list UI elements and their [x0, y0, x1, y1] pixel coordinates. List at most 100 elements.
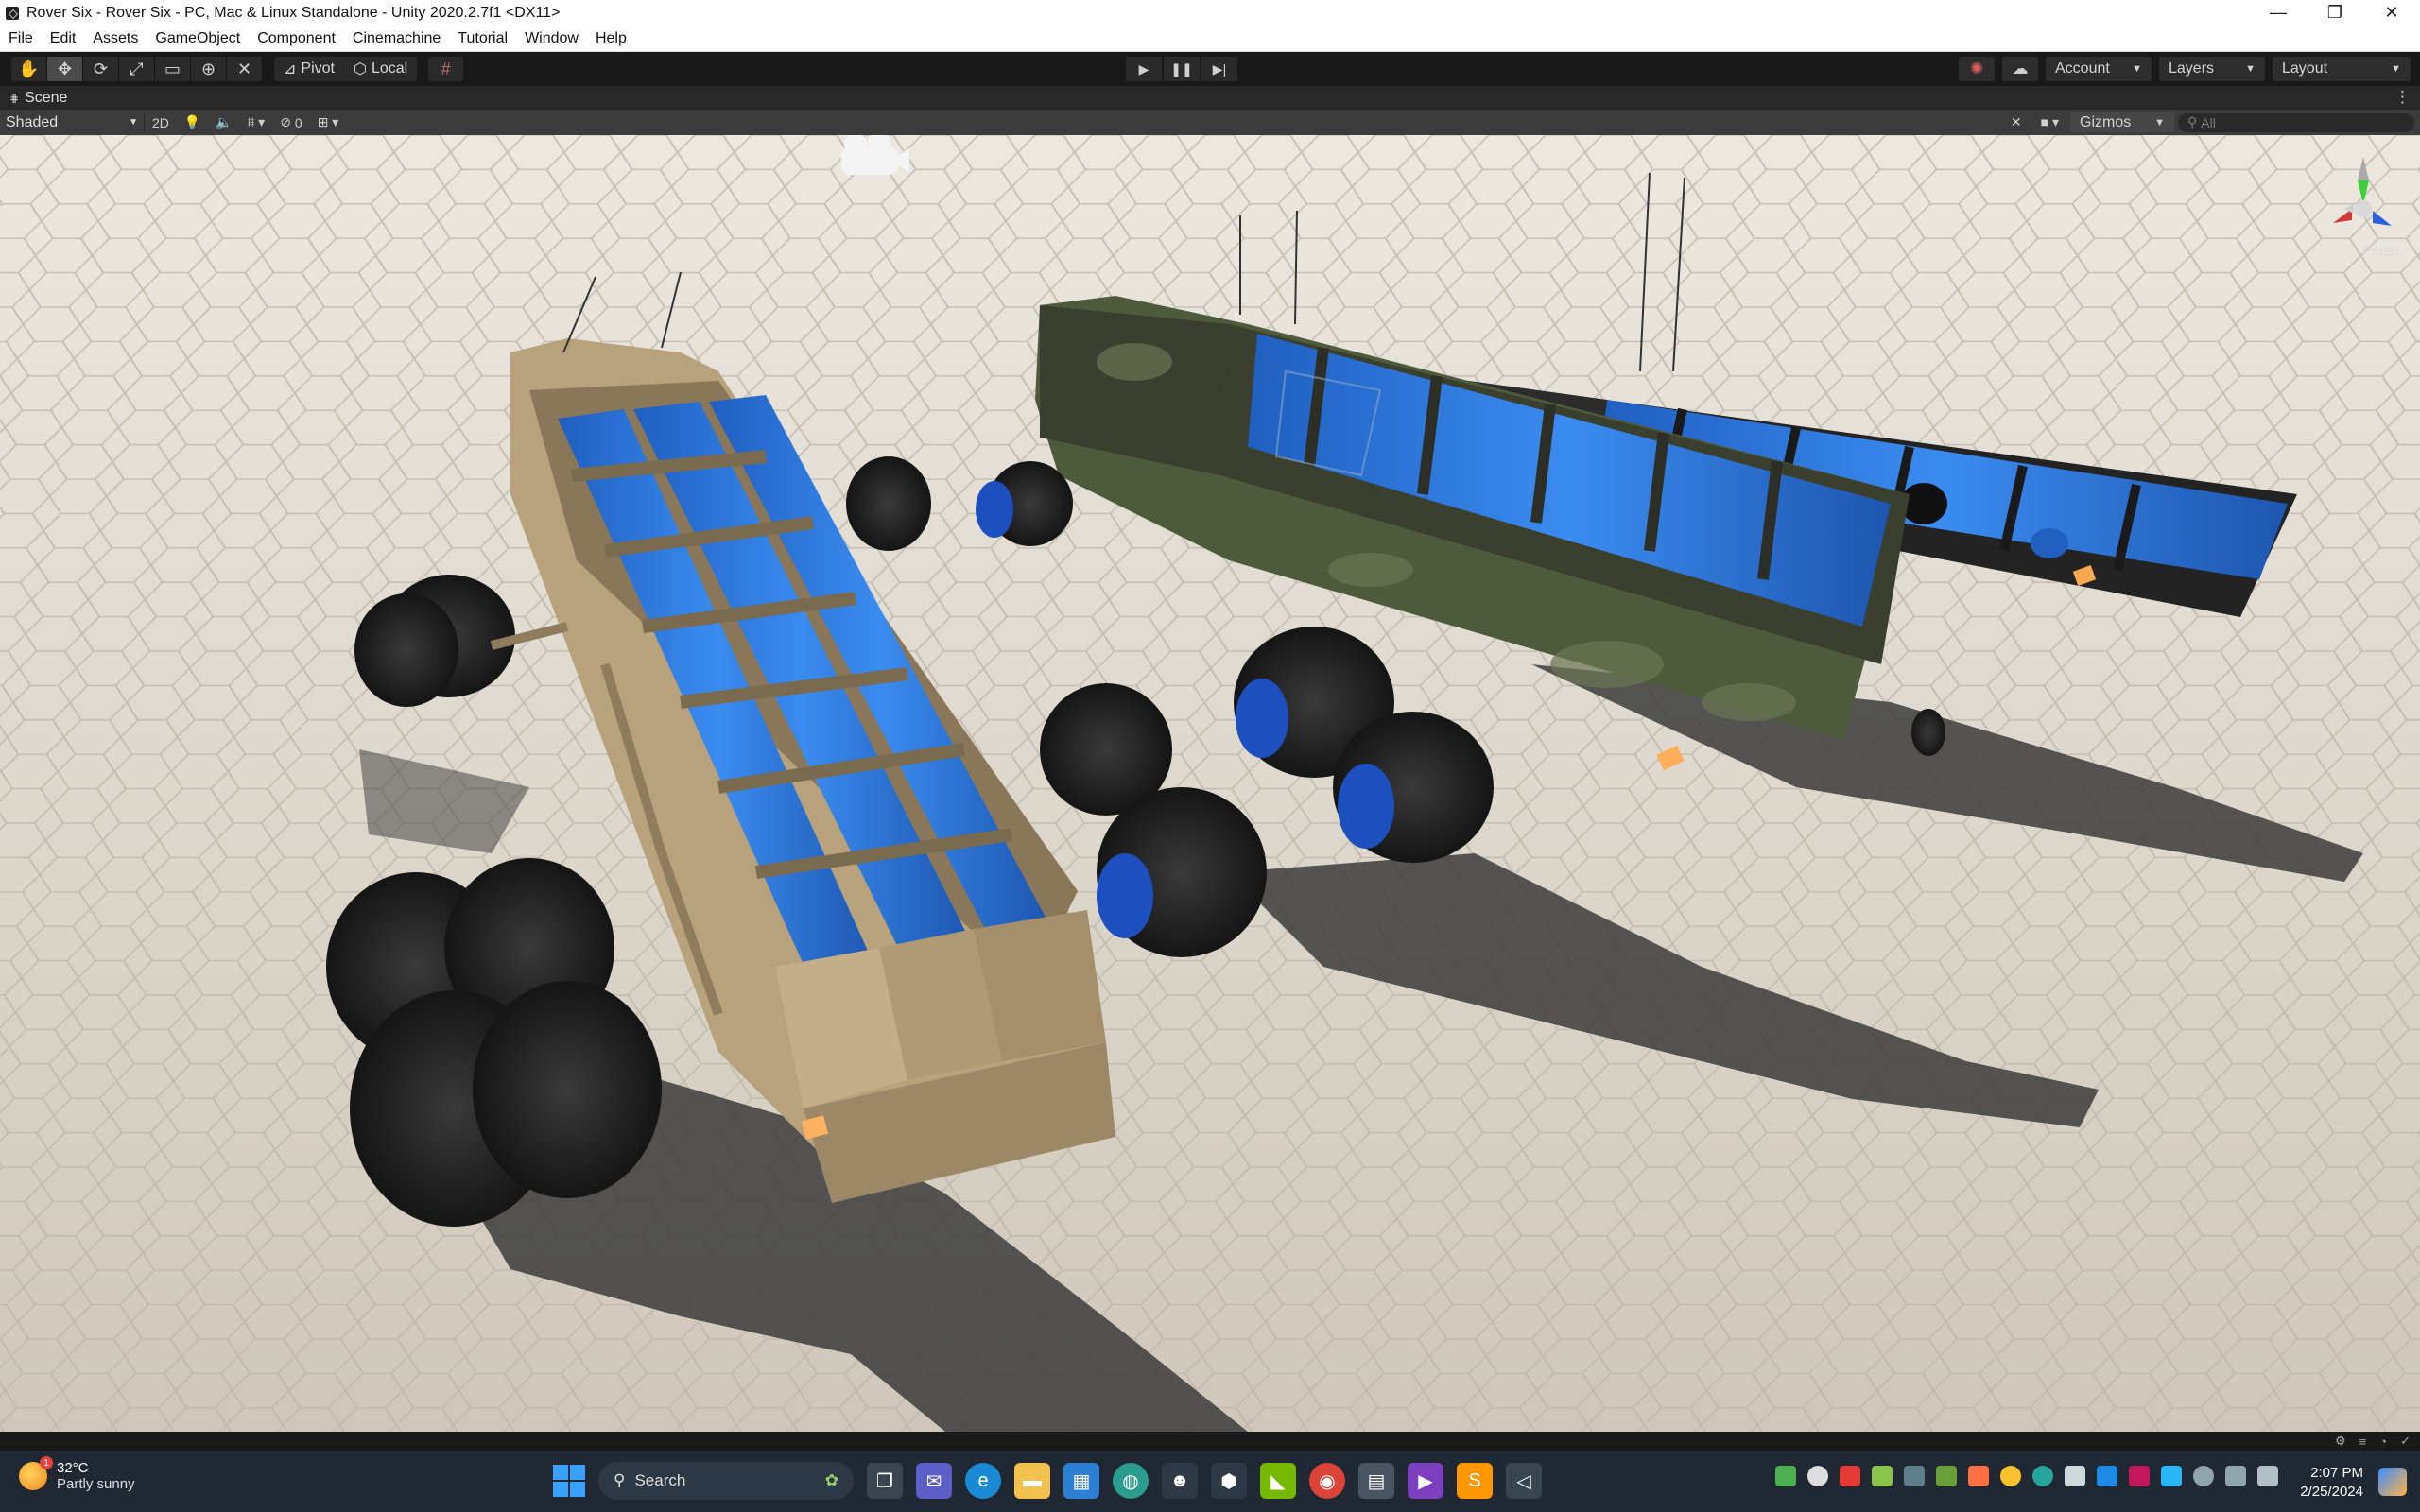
grid-snap-icon[interactable]: #	[428, 57, 465, 81]
draw-mode-dropdown[interactable]: Shaded ▼	[0, 112, 145, 132]
onedrive-icon[interactable]	[2065, 1466, 2085, 1486]
tools-icon[interactable]: ✕	[2003, 112, 2030, 132]
move-tool-icon[interactable]: ✥	[47, 57, 83, 81]
menu-help[interactable]: Help	[587, 30, 635, 47]
tray-app-icon[interactable]	[1775, 1466, 1796, 1486]
task-view-icon[interactable]: ❐	[867, 1463, 903, 1499]
tray-orange-icon[interactable]	[1968, 1466, 1989, 1486]
rotate-tool-icon[interactable]: ⟳	[83, 57, 119, 81]
hierarchy-search-input[interactable]: ⚲ All	[2178, 112, 2414, 132]
unity-logo-icon	[6, 6, 19, 20]
store-icon[interactable]: ▦	[1063, 1463, 1099, 1499]
effects-toggle-icon[interactable]: ⩩ ▾	[240, 112, 272, 132]
pivot-label: Pivot	[301, 60, 335, 77]
clock[interactable]: 2:07 PM 2/25/2024	[2300, 1464, 2363, 1502]
pause-button[interactable]: ❚❚	[1164, 57, 1200, 81]
rect-tool-icon[interactable]: ▭	[155, 57, 191, 81]
menu-component[interactable]: Component	[249, 30, 344, 47]
local-toggle[interactable]: ⬡ Local	[344, 57, 417, 81]
cloud-icon[interactable]: ☁	[2002, 57, 2038, 81]
start-button[interactable]	[553, 1465, 585, 1497]
battery-icon[interactable]	[2257, 1466, 2278, 1486]
chevron-down-icon: ▼	[2154, 116, 2165, 129]
visibility-icon: ⊘	[280, 114, 291, 129]
menu-tutorial[interactable]: Tutorial	[449, 30, 516, 47]
step-button[interactable]: ▶|	[1201, 57, 1237, 81]
edge-icon[interactable]: e	[965, 1463, 1001, 1499]
pivot-local-group: ⊿ Pivot ⬡ Local	[274, 57, 418, 81]
tray-arrow-icon[interactable]	[1904, 1466, 1925, 1486]
pivot-toggle[interactable]: ⊿ Pivot	[274, 57, 344, 81]
chevron-down-icon: ▼	[2391, 63, 2401, 75]
chrome-icon[interactable]: ◉	[1309, 1463, 1345, 1499]
local-label: Local	[371, 60, 408, 77]
calculator-icon[interactable]: ▤	[1358, 1463, 1394, 1499]
scale-tool-icon[interactable]: ⤢	[119, 57, 155, 81]
menu-assets[interactable]: Assets	[84, 30, 147, 47]
hand-tool-icon[interactable]: ✋	[11, 57, 47, 81]
projection-label[interactable]: Persp	[2362, 243, 2399, 259]
custom-tool-icon[interactable]: ✕	[227, 57, 263, 81]
file-explorer-icon[interactable]: ▬	[1014, 1463, 1050, 1499]
playmode-controls: ▶ ❚❚ ▶|	[1126, 57, 1237, 81]
scene-toolbar-right: ✕ ■ ▾ Gizmos ▼ ⚲ All	[2003, 112, 2420, 132]
tray-green-icon[interactable]	[1872, 1466, 1893, 1486]
mode-2d-toggle[interactable]: 2D	[145, 112, 177, 132]
tray-red-icon[interactable]	[1840, 1466, 1860, 1486]
transform-tool-icon[interactable]: ⊕	[191, 57, 227, 81]
alien-app-icon[interactable]: ☻	[1162, 1463, 1198, 1499]
close-button[interactable]: ✕	[2363, 0, 2420, 26]
clock-time: 2:07 PM	[2310, 1465, 2363, 1481]
tab-scene[interactable]: ⋕ Scene	[0, 90, 67, 107]
main-toolbar: ✋ ✥ ⟳ ⤢ ▭ ⊕ ✕ ⊿ Pivot ⬡ Local # ▶ ❚❚ ▶| ✺ …	[0, 52, 2420, 86]
hidden-objects-toggle[interactable]: ⊘ 0	[272, 112, 309, 132]
taskbar-search[interactable]: ⚲ Search ✿	[598, 1462, 854, 1500]
tray-circle-icon[interactable]	[2032, 1466, 2053, 1486]
unity-taskbar-icon[interactable]: ◁	[1506, 1463, 1542, 1499]
notification-icon[interactable]	[2378, 1468, 2407, 1496]
layers-icon[interactable]: ≡	[2360, 1435, 2367, 1449]
minimize-button[interactable]: —	[2250, 0, 2307, 26]
tray-pink-icon[interactable]	[2129, 1466, 2150, 1486]
tray-box-icon[interactable]	[2097, 1466, 2118, 1486]
search-placeholder: All	[2201, 114, 2216, 130]
menu-cinemachine[interactable]: Cinemachine	[344, 30, 449, 47]
weather-widget[interactable]: 1 32°C Partly sunny	[19, 1456, 135, 1492]
maximize-button[interactable]: ❐	[2307, 0, 2363, 26]
tray-yellow-icon[interactable]	[2000, 1466, 2021, 1486]
security-icon[interactable]	[2161, 1466, 2182, 1486]
camera-settings-icon[interactable]: ■ ▾	[2033, 112, 2066, 132]
more-options-icon[interactable]: ⋮	[2394, 88, 2411, 107]
shield-app-icon[interactable]: ⬢	[1211, 1463, 1247, 1499]
globe-app-icon[interactable]: ◍	[1113, 1463, 1149, 1499]
collab-icon[interactable]: ✺	[1959, 57, 1995, 81]
account-dropdown[interactable]: Account ▼	[2046, 57, 2152, 81]
grid-toggle-icon[interactable]: ⊞ ▾	[310, 112, 347, 132]
layout-dropdown[interactable]: Layout ▼	[2273, 57, 2411, 81]
gizmos-dropdown[interactable]: Gizmos ▼	[2070, 112, 2174, 132]
chevron-down-icon: ▼	[2245, 63, 2256, 75]
progress-icon[interactable]: ◔	[2379, 1435, 2387, 1449]
volume-icon[interactable]	[2225, 1466, 2246, 1486]
tray-a-icon[interactable]	[1936, 1466, 1957, 1486]
video-editor-icon[interactable]: ▶	[1408, 1463, 1443, 1499]
xbox-icon[interactable]	[1807, 1466, 1828, 1486]
wifi-icon[interactable]	[2193, 1466, 2214, 1486]
layers-dropdown[interactable]: Layers ▼	[2159, 57, 2265, 81]
window-controls: — ❐ ✕	[2250, 0, 2420, 26]
play-button[interactable]: ▶	[1126, 57, 1162, 81]
menu-window[interactable]: Window	[516, 30, 587, 47]
orientation-gizmo-icon[interactable]	[2324, 152, 2399, 256]
lighting-toggle-icon[interactable]: 💡	[177, 112, 208, 132]
debug-icon[interactable]: ⚙	[2335, 1434, 2346, 1449]
sublime-icon[interactable]: S	[1457, 1463, 1493, 1499]
check-icon[interactable]: ✓	[2400, 1434, 2411, 1449]
audio-toggle-icon[interactable]: 🔈	[208, 112, 239, 132]
nvidia-icon[interactable]: ◣	[1260, 1463, 1296, 1499]
scene-viewport[interactable]: Persp	[0, 135, 2420, 1432]
menu-edit[interactable]: Edit	[42, 30, 85, 47]
menu-file[interactable]: File	[0, 30, 42, 47]
taskbar-search-label: Search	[634, 1471, 686, 1489]
menu-gameobject[interactable]: GameObject	[147, 30, 249, 47]
teams-icon[interactable]: ✉	[916, 1463, 952, 1499]
